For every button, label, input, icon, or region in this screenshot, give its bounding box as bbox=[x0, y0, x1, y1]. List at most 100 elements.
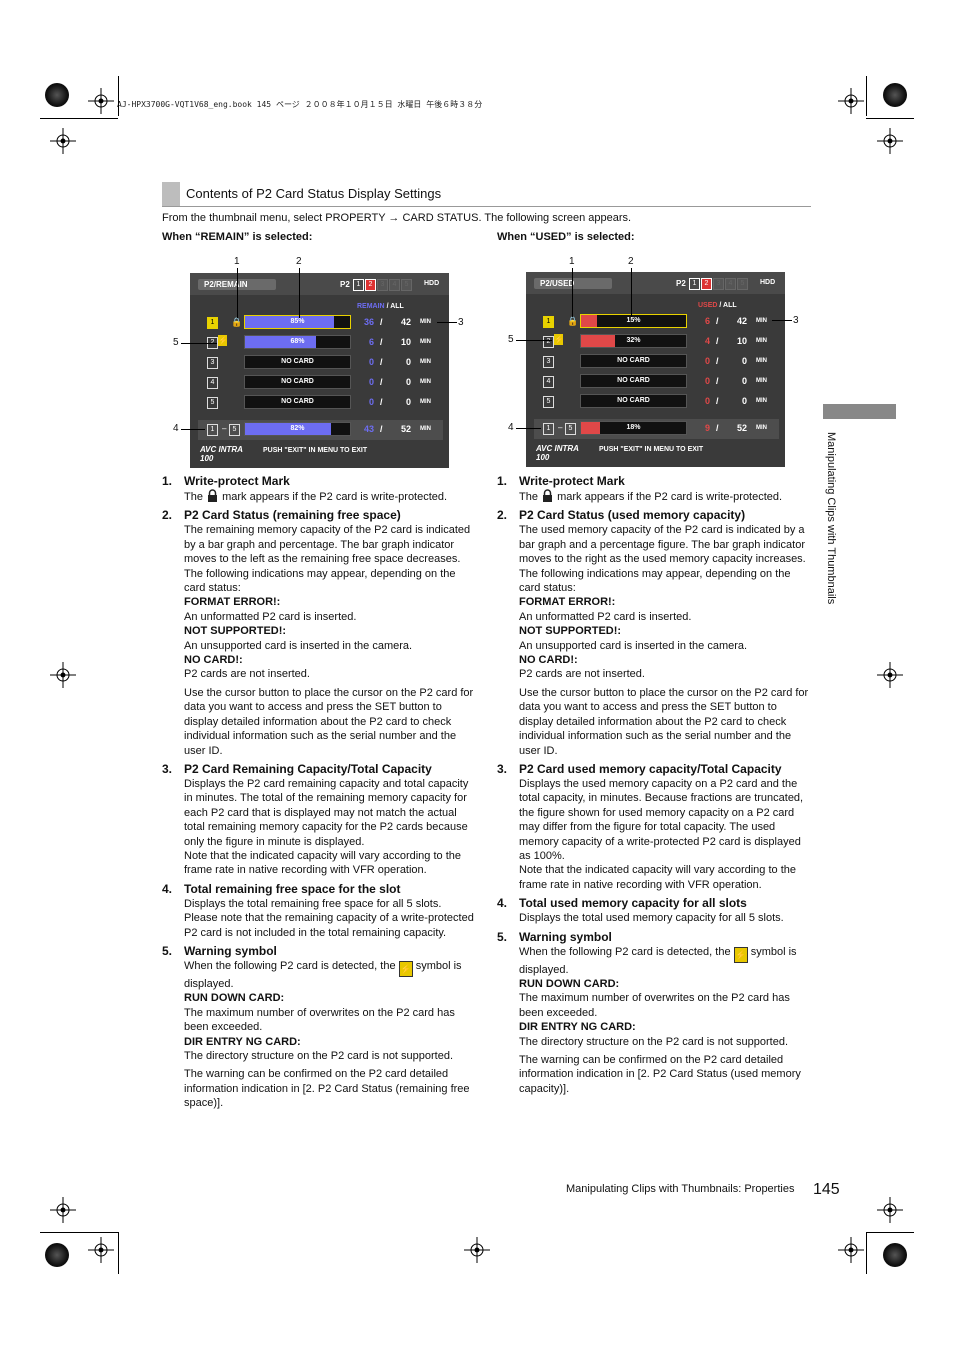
item-number: 5. bbox=[497, 929, 508, 944]
status-desc: An unformatted P2 card is inserted. bbox=[519, 610, 692, 623]
item-text: The warning can be confirmed on the P2 c… bbox=[184, 1068, 470, 1110]
item-text: When the following P2 card is detected, … bbox=[519, 945, 731, 958]
slot-row[interactable]: 1 🔒 85% 36 / 42 MIN bbox=[190, 313, 449, 333]
registration-mark-icon bbox=[45, 1243, 69, 1267]
slot-row[interactable]: 2 ⚡ 32% 4 / 10 MIN bbox=[526, 332, 785, 352]
min-unit: MIN bbox=[420, 399, 431, 405]
item-title: P2 Card Status (remaining free space) bbox=[184, 508, 401, 523]
total-value: 9 bbox=[704, 423, 710, 433]
capacity-bar-fill bbox=[581, 315, 597, 327]
min-unit: MIN bbox=[420, 339, 431, 345]
callout-line bbox=[516, 340, 552, 341]
min-unit: MIN bbox=[420, 379, 431, 385]
item-5: 5. Warning symbol When the following P2 c… bbox=[497, 930, 812, 1097]
slot-indicator: 3 bbox=[713, 278, 724, 290]
crosshair-icon bbox=[50, 662, 76, 688]
section-header: Contents of P2 Card Status Display Setti… bbox=[162, 182, 811, 207]
item-text: Note that the indicated capacity will va… bbox=[519, 864, 796, 891]
item-title: Total used memory capacity for all slots bbox=[519, 896, 747, 911]
status-label: NO CARD!: bbox=[184, 654, 243, 667]
status-desc: P2 cards are not inserted. bbox=[519, 668, 645, 681]
column-header: USED / ALL bbox=[698, 302, 737, 309]
capacity-value: 0 bbox=[368, 377, 374, 387]
min-unit: MIN bbox=[756, 358, 767, 364]
slot-indicator: 5 bbox=[401, 279, 412, 291]
slot-number: 2 bbox=[543, 336, 554, 348]
min-unit: MIN bbox=[420, 426, 431, 432]
total-capacity-value: 0 bbox=[741, 356, 747, 366]
slot-row[interactable]: 5 NO CARD 0 / 0 MIN bbox=[526, 392, 785, 412]
print-header-line: AJ-HPX3700G-VQT1V68_eng.book 145 ページ ２００… bbox=[117, 100, 483, 109]
avc-intra-logo: AVC INTRA 100 bbox=[200, 445, 243, 463]
total-capacity-value: 0 bbox=[405, 357, 411, 367]
slot-number: 4 bbox=[543, 376, 554, 388]
total-value: 43 bbox=[363, 424, 374, 434]
right-column: 1. Write-protect Mark The mark appears if… bbox=[497, 474, 812, 1096]
status-desc: An unsupported card is inserted in the c… bbox=[184, 639, 413, 652]
total-capacity-bar: 18% bbox=[580, 421, 687, 435]
total-capacity-value: 0 bbox=[405, 397, 411, 407]
crosshair-icon bbox=[88, 1237, 114, 1263]
slash: / bbox=[380, 424, 383, 434]
slot-row[interactable]: 1 🔒 15% 6 / 42 MIN bbox=[526, 312, 785, 332]
slot-row[interactable]: 4 NO CARD 0 / 0 MIN bbox=[526, 372, 785, 392]
capacity-bar-label: NO CARD bbox=[281, 358, 314, 365]
status-desc: The directory structure on the P2 card i… bbox=[184, 1050, 454, 1062]
capacity-bar: NO CARD bbox=[580, 354, 687, 368]
slot-row[interactable]: 5 NO CARD 0 / 0 MIN bbox=[190, 393, 449, 413]
item-4: 4. Total used memory capacity for all slo… bbox=[497, 896, 812, 925]
capacity-bar-label: NO CARD bbox=[281, 378, 314, 385]
slot-indicator: 2 bbox=[365, 279, 376, 291]
footer-text: Manipulating Clips with Thumbnails: Prop… bbox=[566, 1183, 795, 1195]
total-capacity-value: 52 bbox=[736, 423, 747, 433]
slot-number: 1 bbox=[207, 317, 218, 329]
capacity-bar-label: 15% bbox=[626, 317, 641, 324]
callout-1: 1 bbox=[234, 256, 240, 267]
slot-indicator: 1 bbox=[353, 279, 364, 291]
total-capacity-value: 52 bbox=[400, 424, 411, 434]
status-label: NO CARD!: bbox=[519, 654, 578, 667]
callout-4: 4 bbox=[508, 422, 514, 433]
status-desc: The directory structure on the P2 card i… bbox=[519, 1035, 789, 1048]
capacity-bar-label: NO CARD bbox=[617, 397, 650, 404]
range-dash: – bbox=[558, 423, 563, 432]
item-title: P2 Card used memory capacity/Total Capac… bbox=[519, 761, 782, 776]
callout-1: 1 bbox=[569, 256, 575, 267]
capacity-bar: NO CARD bbox=[244, 375, 351, 389]
slot-row[interactable]: 3 NO CARD 0 / 0 MIN bbox=[190, 353, 449, 373]
p2-label: P2 bbox=[676, 279, 686, 288]
min-unit: MIN bbox=[756, 378, 767, 384]
hdd-label: HDD bbox=[424, 280, 440, 287]
capacity-bar: 15% bbox=[580, 314, 687, 328]
crop-line bbox=[118, 1232, 119, 1274]
crosshair-icon bbox=[88, 88, 114, 114]
page-number: 145 bbox=[813, 1181, 840, 1198]
hdd-label: HDD bbox=[760, 279, 776, 286]
total-capacity-value: 0 bbox=[741, 396, 747, 406]
item-text: Displays the used memory capacity on a P… bbox=[519, 777, 804, 862]
slot-indicator: 2 bbox=[701, 278, 712, 290]
item-number: 4. bbox=[162, 881, 173, 896]
slot-number: 5 bbox=[229, 424, 240, 436]
min-unit: MIN bbox=[420, 359, 431, 365]
slot-row[interactable]: 4 NO CARD 0 / 0 MIN bbox=[190, 373, 449, 393]
callout-line bbox=[516, 428, 541, 429]
slot-row[interactable]: 2⚡68%6/10MIN bbox=[190, 333, 449, 353]
lock-icon: 🔒 bbox=[231, 317, 243, 327]
capacity-bar-label: 18% bbox=[626, 424, 641, 431]
slash: / bbox=[716, 396, 719, 406]
item-text: Use the cursor button to place the curso… bbox=[519, 686, 809, 757]
status-label: RUN DOWN CARD: bbox=[519, 977, 620, 990]
all-label: ALL bbox=[390, 303, 404, 310]
capacity-bar-fill bbox=[245, 423, 332, 435]
slot-row[interactable]: 3 NO CARD 0 / 0 MIN bbox=[526, 352, 785, 372]
slot-number: 5 bbox=[565, 423, 576, 435]
capacity-bar-fill bbox=[581, 422, 600, 434]
callout-2: 2 bbox=[296, 256, 302, 267]
item-number: 3. bbox=[497, 761, 508, 776]
slot-number: 1 bbox=[543, 423, 554, 435]
item-number: 1. bbox=[497, 474, 508, 488]
slot-indicator: 5 bbox=[737, 278, 748, 290]
item-5: 5. Warning symbol When the following P2 c… bbox=[162, 944, 477, 1111]
screen-tab: P2/USED bbox=[534, 278, 612, 289]
